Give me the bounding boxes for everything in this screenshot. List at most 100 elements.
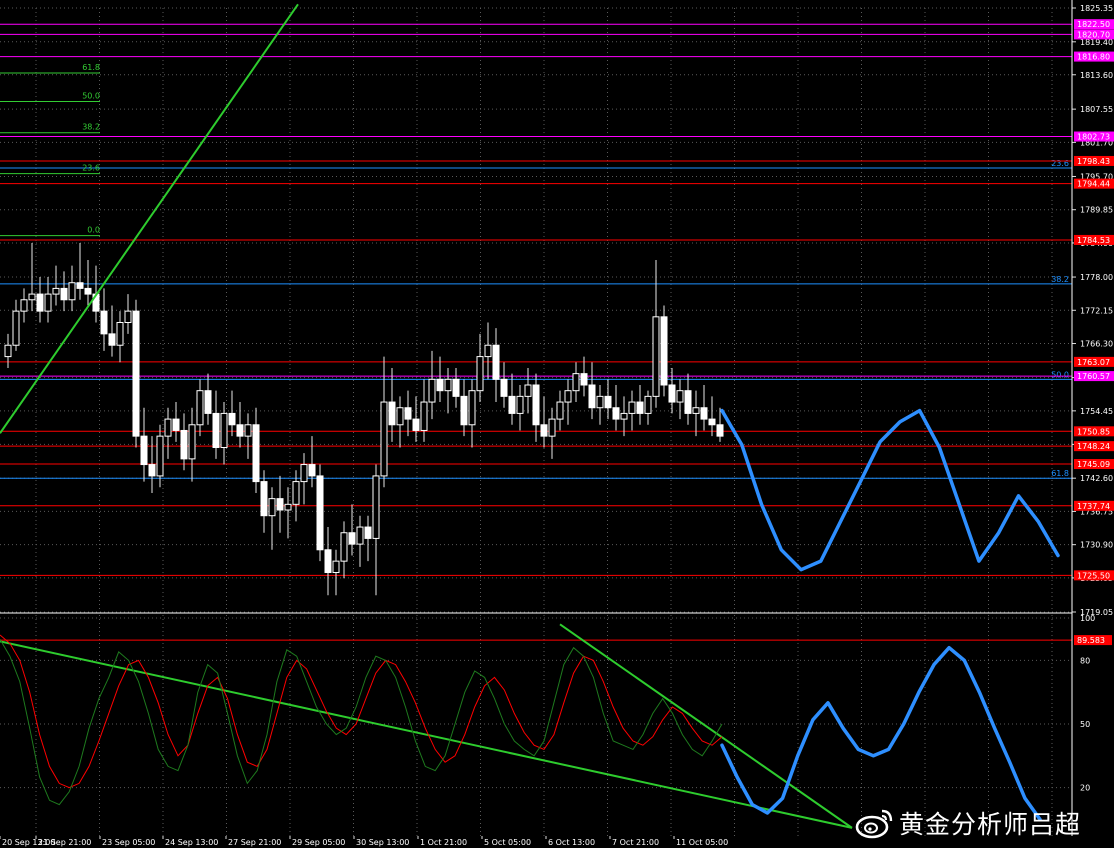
chart-canvas: 23.6 38.2 50.0 61.8 61.8 50.0 38.2 23.6 0.0 1825…	[0, 0, 1114, 847]
candle-body	[620, 412, 628, 420]
candle-body	[428, 378, 436, 403]
candle-body	[676, 390, 684, 403]
candle-body	[188, 424, 196, 460]
price-axis-label: 1813.60	[1080, 71, 1113, 80]
price-axis-label: 1730.90	[1080, 541, 1113, 550]
candle-body	[260, 481, 268, 517]
candle-body	[492, 344, 500, 380]
candle-body	[564, 390, 572, 403]
candle-body	[468, 390, 476, 426]
osc-line-1	[0, 638, 723, 806]
candle-body	[156, 435, 164, 477]
candle-body	[148, 464, 156, 477]
candle-body	[36, 293, 44, 312]
time-axis-label: 23 Sep 05:00	[102, 838, 155, 847]
candle-body	[172, 418, 180, 431]
fib-level-label: 61.8	[1051, 469, 1069, 478]
candle-body	[540, 424, 548, 437]
candle-body	[716, 424, 724, 437]
candlestick-series	[4, 242, 724, 596]
candle-body	[364, 526, 372, 539]
candle-body	[436, 378, 444, 392]
candle-body	[300, 464, 308, 483]
fib-green-label: 50.0	[82, 91, 100, 100]
candle-body	[644, 395, 652, 414]
fib-green-label: 61.8	[82, 63, 100, 72]
osc-axis-label: 80	[1080, 656, 1090, 665]
candle-body	[572, 373, 580, 392]
candle-body	[636, 401, 644, 414]
fib-green-label: 0.0	[87, 226, 100, 235]
candle-body	[236, 424, 244, 437]
fib-green-label: 23.6	[82, 164, 100, 173]
candle-body	[516, 395, 524, 414]
candle-body	[20, 299, 28, 312]
candle-body	[12, 310, 20, 346]
price-axis-label: 1754.45	[1080, 407, 1113, 416]
time-axis-label: 5 Oct 05:00	[484, 838, 531, 847]
candle-body	[268, 498, 276, 517]
osc-level-label: 89.583	[1077, 636, 1105, 645]
candle-body	[180, 429, 188, 460]
candle-body	[220, 412, 228, 449]
candle-body	[84, 287, 92, 295]
candle-body	[412, 418, 420, 431]
candle-body	[140, 435, 148, 466]
candle-body	[348, 532, 356, 545]
candle-body	[28, 293, 36, 301]
candle-body	[372, 475, 380, 539]
candle-body	[164, 418, 172, 437]
candle-body	[460, 395, 468, 426]
candle-body	[500, 378, 508, 397]
level-price-label: 1794.44	[1077, 180, 1110, 189]
osc-trendline-lower	[0, 640, 853, 829]
forecast-paths	[720, 408, 1060, 822]
candle-body	[44, 293, 52, 312]
level-price-label: 1737.74	[1077, 502, 1110, 511]
osc-axis-label: 50	[1080, 720, 1090, 729]
candle-body	[628, 401, 636, 414]
level-price-label: 1798.43	[1077, 157, 1110, 166]
price-axis-label: 1789.85	[1080, 206, 1113, 215]
osc-axis-label: 100	[1080, 614, 1095, 623]
time-axis-label: 1 Oct 21:00	[420, 838, 467, 847]
candle-body	[396, 407, 404, 426]
candle-body	[708, 418, 716, 426]
time-axis-label: 11 Oct 05:00	[676, 838, 728, 847]
osc-trendline-upper	[559, 623, 853, 829]
candle-body	[476, 356, 484, 392]
forecast-path-price	[720, 408, 1060, 572]
level-price-label: 1725.50	[1077, 571, 1110, 580]
candle-body	[244, 424, 252, 437]
candle-body	[444, 378, 452, 392]
osc-axis-label: 20	[1080, 784, 1090, 793]
candle-body	[652, 316, 660, 397]
level-price-label: 1822.50	[1077, 20, 1110, 29]
time-axis-label: 6 Oct 13:00	[548, 838, 595, 847]
candle-body	[404, 407, 412, 420]
time-axis-label: 27 Sep 21:00	[228, 838, 281, 847]
candle-body	[124, 310, 132, 324]
candle-body	[252, 424, 260, 483]
weibo-logo-icon	[855, 809, 893, 839]
candle-body	[68, 282, 76, 301]
candle-body	[420, 401, 428, 431]
level-price-label: 1748.24	[1077, 442, 1110, 451]
candle-body	[60, 287, 68, 301]
time-axis-label: 29 Sep 05:00	[292, 838, 345, 847]
fib-level-label: 38.2	[1051, 275, 1069, 284]
candle-body	[108, 333, 116, 346]
candle-body	[284, 503, 292, 511]
time-axis-label: 7 Oct 21:00	[612, 838, 659, 847]
candle-body	[548, 418, 556, 437]
watermark: 黄金分析师吕超	[855, 805, 1081, 841]
candle-body	[532, 384, 540, 426]
candle-body	[388, 401, 396, 426]
watermark-text: 黄金分析师吕超	[899, 810, 1082, 839]
candle-body	[668, 384, 676, 403]
candle-body	[508, 395, 516, 414]
level-price-label: 1820.70	[1077, 30, 1110, 39]
candle-body	[380, 401, 388, 477]
candle-body	[524, 384, 532, 397]
forecast-path-osc	[720, 645, 1042, 822]
